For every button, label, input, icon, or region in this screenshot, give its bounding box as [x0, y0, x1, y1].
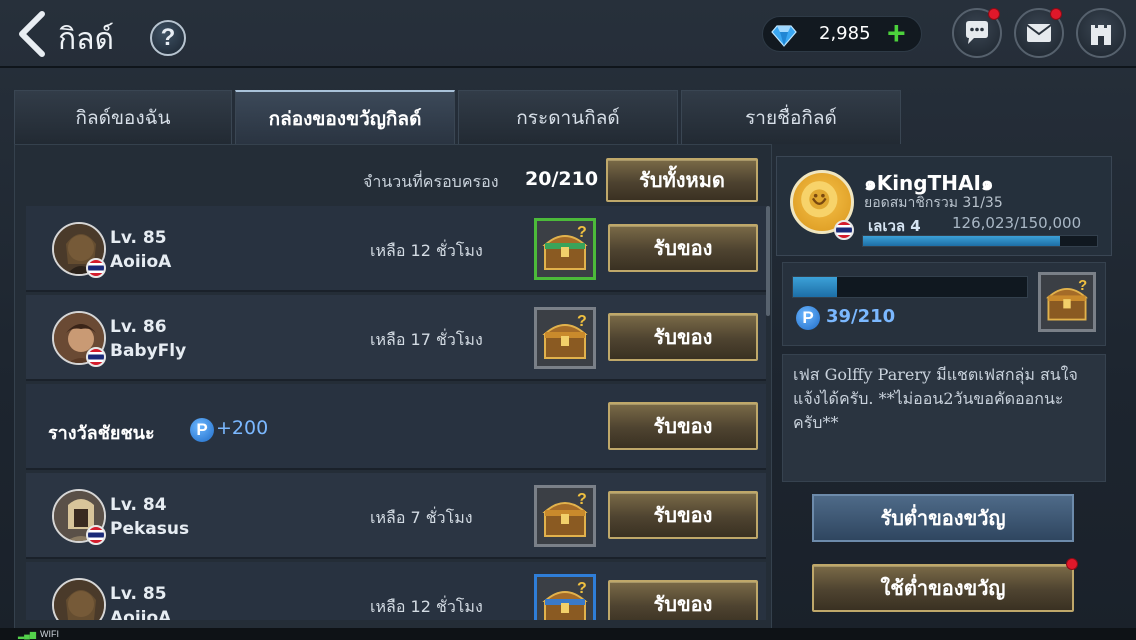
- header-divider: [0, 66, 1136, 68]
- gift-points: 39/210: [826, 306, 896, 327]
- victory-reward-label: รางวัลชัยชนะ: [48, 423, 155, 444]
- player-name: AoiioA: [110, 252, 172, 272]
- mail-button[interactable]: [1014, 8, 1064, 58]
- notification-dot: [988, 8, 1000, 20]
- player-level: Lv. 85: [110, 584, 167, 604]
- player-name: AoiioA: [110, 608, 172, 620]
- player-level: Lv. 84: [110, 495, 167, 515]
- chat-bubble-icon: [966, 21, 988, 44]
- warrior-portrait-icon: [54, 580, 104, 620]
- tab-guild-gift-box[interactable]: กล่องของขวัญกิลด์: [235, 90, 455, 144]
- claim-button[interactable]: รับของ: [608, 402, 758, 450]
- guild-point-icon: P: [796, 306, 820, 330]
- notification-dot: [1066, 558, 1078, 570]
- claim-button[interactable]: รับของ: [608, 580, 758, 620]
- svg-text:?: ?: [1078, 278, 1087, 294]
- thai-flag-icon: [86, 347, 106, 367]
- diamond-icon: [771, 25, 797, 47]
- svg-text:?: ?: [577, 313, 587, 330]
- treasure-chest-icon: ?: [542, 313, 588, 359]
- claim-all-button[interactable]: รับทั้งหมด: [606, 158, 758, 202]
- gift-chest: ?: [534, 218, 596, 280]
- avatar: [52, 578, 106, 620]
- tab-my-guild[interactable]: กิลด์ของฉัน: [14, 90, 232, 144]
- gem-balance: 2,985 +: [762, 15, 922, 52]
- thai-flag-icon: [86, 525, 106, 545]
- thai-flag-icon: [86, 258, 106, 278]
- player-level: Lv. 86: [110, 317, 167, 337]
- gift-list[interactable]: Lv. 85 AoiioA เหลือ 12 ชั่วโมง ? รับของ …: [26, 206, 766, 620]
- tab-guild-board[interactable]: กระดานกิลด์: [458, 90, 678, 144]
- gift-chest: ?: [534, 307, 596, 369]
- guild-exp: 126,023/150,000: [952, 214, 1082, 232]
- guild-notice: เฟส Golffy Parery มีแชตเฟสกลุ่ม สนใจแจ้ง…: [782, 354, 1106, 482]
- gift-chest[interactable]: ?: [1038, 272, 1096, 332]
- claim-button[interactable]: รับของ: [608, 491, 758, 539]
- mail-icon: [1026, 24, 1052, 42]
- guild-exp-fill: [863, 236, 1060, 246]
- claim-button[interactable]: รับของ: [608, 224, 758, 272]
- svg-text:?: ?: [577, 491, 587, 508]
- gift-chest: ?: [534, 485, 596, 547]
- owned-label: จำนวนที่ครอบครอง: [363, 172, 499, 191]
- player-level: Lv. 85: [110, 228, 167, 248]
- guild-members: ยอดสมาชิกรวม 31/35: [864, 195, 1003, 211]
- svg-text:?: ?: [577, 580, 587, 597]
- chevron-left-icon: [19, 11, 45, 57]
- thai-flag-icon: [834, 220, 854, 240]
- back-button[interactable]: [14, 10, 54, 60]
- player-name: Pekasus: [110, 519, 190, 539]
- gift-progress-bar: [792, 276, 1028, 298]
- request-gift-button[interactable]: รับต่ำของขวัญ: [812, 494, 1074, 542]
- gift-chest: ?: [534, 574, 596, 620]
- tab-guild-list[interactable]: รายชื่อกิลด์: [681, 90, 901, 144]
- list-item: Lv. 85 AoiioA เหลือ 12 ชั่วโมง ? รับของ: [26, 206, 766, 292]
- notification-dot: [1050, 8, 1062, 20]
- guild-point-icon: P: [190, 418, 214, 442]
- gem-count: 2,985: [819, 23, 871, 44]
- list-scrollbar[interactable]: [766, 206, 770, 316]
- victory-points: +200: [216, 417, 269, 439]
- svg-text:?: ?: [577, 224, 587, 241]
- list-item: Lv. 86 BabyFly เหลือ 17 ชั่วโมง ? รับของ: [26, 295, 766, 381]
- castle-button[interactable]: [1076, 8, 1126, 58]
- time-remaining: เหลือ 12 ชั่วโมง: [370, 241, 483, 260]
- chat-button[interactable]: [952, 8, 1002, 58]
- treasure-chest-icon: ?: [542, 224, 588, 270]
- time-remaining: เหลือ 17 ชั่วโมง: [370, 330, 483, 349]
- time-remaining: เหลือ 7 ชั่วโมง: [370, 508, 473, 527]
- owned-value: 20/210: [525, 168, 599, 190]
- use-gift-button[interactable]: ใช้ต่ำของขวัญ: [812, 564, 1074, 612]
- add-gems-button[interactable]: +: [887, 15, 906, 52]
- help-button[interactable]: ?: [150, 20, 186, 56]
- gift-progress-fill: [793, 277, 838, 297]
- wifi-label: WIFI: [40, 629, 59, 639]
- signal-icon: ▂▄▆: [18, 630, 36, 639]
- treasure-chest-icon: ?: [1046, 278, 1088, 321]
- treasure-chest-icon: ?: [542, 491, 588, 537]
- victory-reward-row: รางวัลชัยชนะ P +200 รับของ: [26, 384, 766, 470]
- list-item: Lv. 85 AoiioA เหลือ 12 ชั่วโมง ? รับของ: [26, 562, 766, 620]
- list-item: Lv. 84 Pekasus เหลือ 7 ชั่วโมง ? รับของ: [26, 473, 766, 559]
- castle-icon: [1091, 25, 1111, 45]
- guild-exp-bar: [862, 235, 1098, 247]
- top-bar: กิลด์ ? 2,985 +: [0, 0, 1136, 70]
- treasure-chest-icon: ?: [542, 580, 588, 620]
- player-name: BabyFly: [110, 341, 187, 361]
- time-remaining: เหลือ 12 ชั่วโมง: [370, 597, 483, 616]
- status-bar: [0, 628, 1136, 640]
- page-title: กิลด์: [58, 22, 115, 57]
- claim-button[interactable]: รับของ: [608, 313, 758, 361]
